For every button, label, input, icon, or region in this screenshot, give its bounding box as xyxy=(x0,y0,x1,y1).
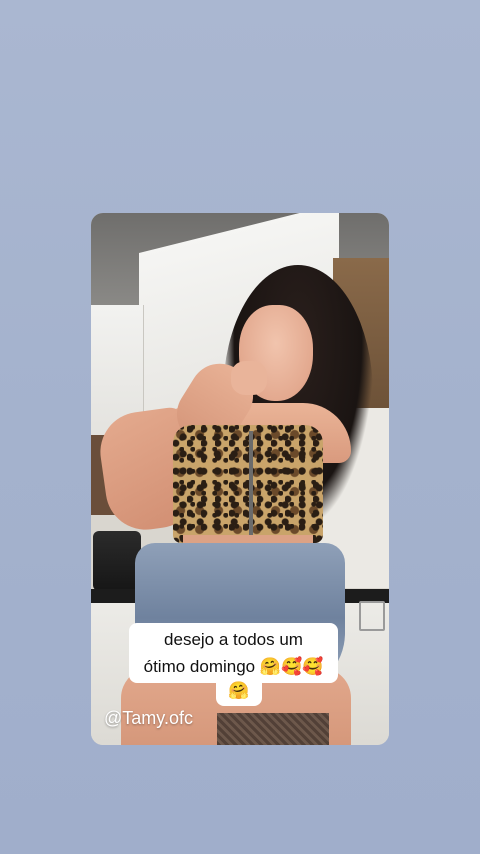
leopard-top xyxy=(173,425,323,543)
caption-sticker: desejo a todos um ótimo domingo 🤗🥰🥰 xyxy=(129,623,338,683)
drawer-handle xyxy=(359,601,385,631)
person-hand xyxy=(231,361,267,395)
caption-line-2: ótimo domingo 🤗🥰🥰 xyxy=(143,657,324,676)
zipper xyxy=(249,431,253,541)
air-fryer xyxy=(93,531,141,591)
lace-garter xyxy=(217,713,329,745)
caption-line-3-box: 🤗 xyxy=(216,680,262,706)
caption-line-1: desejo a todos um xyxy=(164,630,303,649)
caption-line-3: 🤗 xyxy=(228,681,250,700)
mention-tag[interactable]: @Tamy.ofc xyxy=(104,708,193,729)
